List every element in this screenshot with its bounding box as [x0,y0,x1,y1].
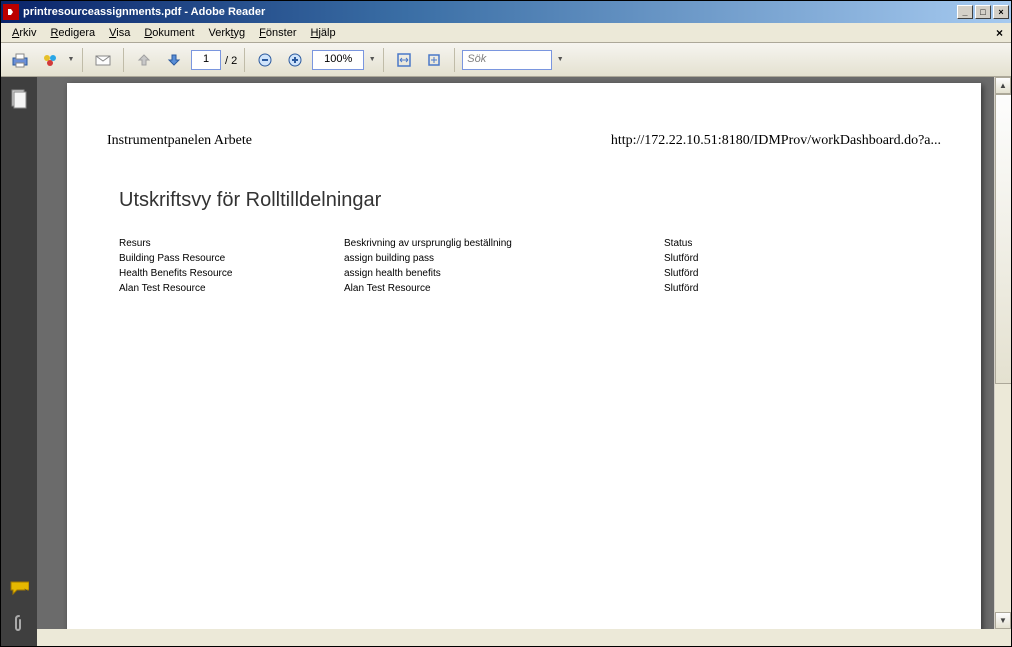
pdf-page: Instrumentpanelen Arbete http://172.22.1… [67,83,981,640]
sidebar [1,77,37,646]
doc-header-left: Instrumentpanelen Arbete [107,133,252,149]
horizontal-scrollbar-track [37,629,994,646]
col-header-resurs: Resurs [119,236,344,251]
collaborate-button[interactable] [37,47,63,73]
table-row: Building Pass Resource assign building p… [119,251,941,266]
toolbar-separator [244,48,245,72]
doc-title: Utskriftsvy för Rolltilldelningar [119,189,941,212]
minimize-button[interactable]: _ [957,5,973,19]
doc-header-right: http://172.22.10.51:8180/IDMProv/workDas… [611,133,941,149]
prev-page-button[interactable] [131,47,157,73]
zoom-level-input[interactable]: 100% [312,50,364,70]
col-header-status: Status [664,236,784,251]
maximize-button[interactable]: □ [975,5,991,19]
doc-table: Resurs Beskrivning av ursprunglig bestäl… [119,236,941,296]
document-viewport: Instrumentpanelen Arbete http://172.22.1… [37,77,1011,646]
toolbar-separator [454,48,455,72]
current-page-input[interactable]: 1 [191,50,221,70]
print-button[interactable] [7,47,33,73]
adobe-reader-icon [3,4,19,20]
page-total-label: / 2 [225,53,237,67]
menu-visa[interactable]: Visa [102,25,137,41]
menu-dokument[interactable]: Dokument [137,25,201,41]
search-dropdown-caret-icon[interactable]: ▼ [556,56,564,63]
table-header-row: Resurs Beskrivning av ursprunglig bestäl… [119,236,941,251]
menu-redigera[interactable]: Redigera [43,25,102,41]
col-header-beskrivning: Beskrivning av ursprunglig beställning [344,236,664,251]
fit-page-button[interactable] [421,47,447,73]
toolbar: ▼ 1 / 2 100% ▼ Sök ▼ [1,43,1011,77]
menu-verktyg[interactable]: Verktyg [201,25,252,41]
toolbar-separator [82,48,83,72]
attachments-panel-button[interactable] [7,612,31,636]
menubar: Arkiv Redigera Visa Dokument Verktyg Fön… [1,23,1011,43]
menubar-close-icon[interactable]: × [992,26,1007,40]
close-button[interactable]: × [993,5,1009,19]
menu-fonster[interactable]: Fönster [252,25,303,41]
menu-hjalp[interactable]: Hjälp [303,25,342,41]
vertical-scrollbar[interactable]: ▲ ▼ [994,77,1011,646]
scroll-thumb[interactable] [995,94,1011,384]
table-row: Health Benefits Resource assign health b… [119,266,941,281]
envelope-button[interactable] [90,47,116,73]
toolbar-separator [123,48,124,72]
next-page-button[interactable] [161,47,187,73]
window-title: printresourceassignments.pdf - Adobe Rea… [23,6,955,18]
menu-arkiv[interactable]: Arkiv [5,25,43,41]
comments-panel-button[interactable] [7,576,31,600]
scroll-down-button[interactable]: ▼ [995,612,1011,629]
zoom-out-button[interactable] [252,47,278,73]
table-row: Alan Test Resource Alan Test Resource Sl… [119,281,941,296]
dropdown-caret-icon[interactable]: ▼ [67,56,75,63]
content-area: Instrumentpanelen Arbete http://172.22.1… [1,77,1011,646]
toolbar-separator [383,48,384,72]
zoom-in-button[interactable] [282,47,308,73]
window-titlebar: printresourceassignments.pdf - Adobe Rea… [1,1,1011,23]
fit-width-button[interactable] [391,47,417,73]
pages-panel-button[interactable] [7,87,31,111]
zoom-dropdown-caret-icon[interactable]: ▼ [368,56,376,63]
search-input[interactable]: Sök [462,50,552,70]
scroll-up-button[interactable]: ▲ [995,77,1011,94]
scrollbar-corner [994,629,1011,646]
